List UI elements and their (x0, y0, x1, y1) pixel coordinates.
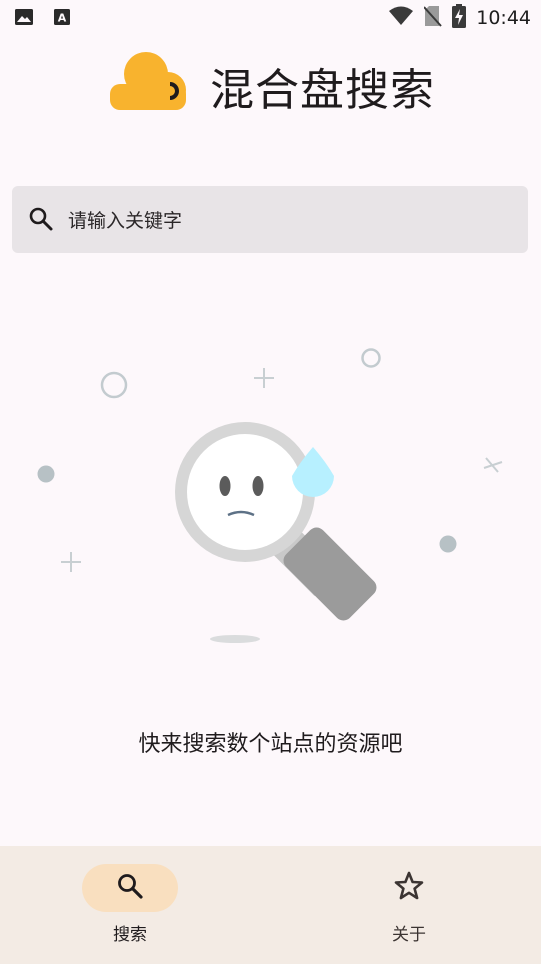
app-title: 混合盘搜索 (210, 65, 435, 116)
bottom-navigation: 搜索 关于 (0, 846, 541, 964)
text-a-icon: A (52, 7, 72, 31)
search-input[interactable] (66, 186, 510, 255)
star-icon[interactable] (393, 870, 425, 906)
image-icon (14, 7, 34, 31)
cloud-logo-icon (110, 48, 190, 118)
status-time: 10:44 (476, 7, 531, 29)
nav-label-about: 关于 (392, 925, 426, 945)
app-header: 混合盘搜索 (0, 44, 541, 116)
nav-item-about[interactable]: 关于 (309, 846, 509, 964)
search-bar[interactable] (12, 186, 528, 255)
status-right-icons: 10:44 (388, 4, 531, 32)
empty-state-message: 快来搜索数个站点的资源吧 (138, 732, 403, 757)
nav-about-pill[interactable] (361, 864, 457, 912)
wifi-icon (388, 5, 414, 31)
sad-magnifier-illustration (0, 330, 541, 660)
status-bar: A 10:44 (0, 0, 541, 34)
search-icon[interactable] (116, 872, 144, 904)
battery-charging-icon (452, 4, 467, 32)
nav-search-pill[interactable] (82, 864, 178, 912)
search-icon[interactable] (28, 206, 54, 236)
svg-text:A: A (58, 12, 67, 25)
nav-item-search[interactable]: 搜索 (30, 846, 230, 964)
status-left-icons: A (14, 7, 72, 31)
no-sim-icon (423, 5, 442, 31)
nav-label-search: 搜索 (113, 925, 147, 945)
